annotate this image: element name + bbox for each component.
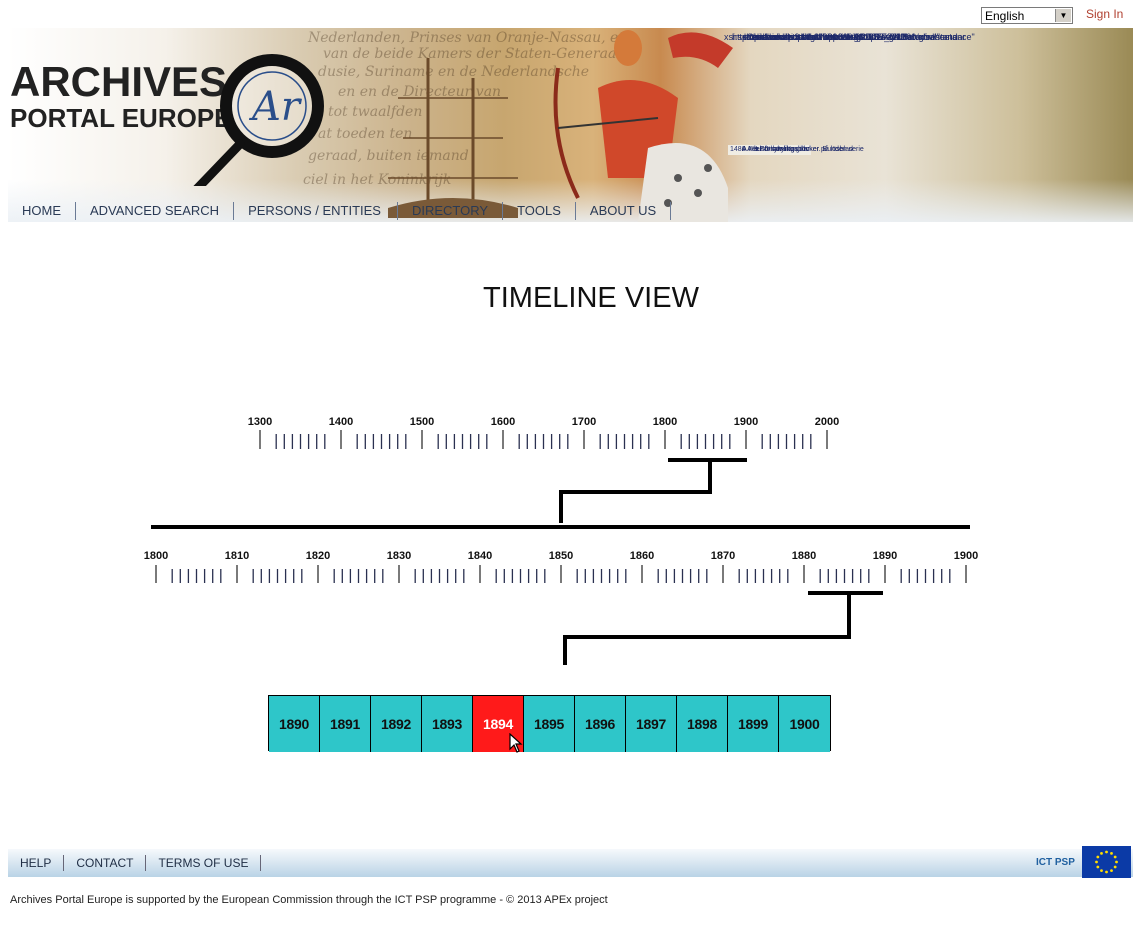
footer-terms-link[interactable]: TERMS OF USE	[146, 855, 262, 871]
page-title: TIMELINE VIEW	[483, 282, 699, 314]
eu-star	[1105, 850, 1108, 854]
eu-star	[1105, 870, 1108, 874]
decade-label[interactable]: 1810	[225, 550, 249, 562]
year-box[interactable]: 1897	[626, 696, 677, 752]
timeline-diagram: 1300 1400 1500 1600 1700 1800 1900 2000 1800 181…	[144, 416, 978, 665]
century-zoom-connector	[559, 460, 712, 523]
main-nav: HOME ADVANCED SEARCH PERSONS / ENTITIES …	[8, 200, 1133, 222]
year-box[interactable]: 1892	[371, 696, 422, 752]
mouse-pointer-icon	[509, 733, 523, 753]
year-box[interactable]: 1891	[320, 696, 371, 752]
year-box[interactable]: 1895	[524, 696, 575, 752]
footer-contact-link[interactable]: CONTACT	[64, 855, 147, 871]
nav-tools[interactable]: TOOLS	[503, 202, 576, 220]
century-scale: 1300 1400 1500 1600 1700 1800 1900 2000	[248, 416, 839, 449]
eu-star	[1096, 855, 1100, 859]
century-label[interactable]: 1500	[410, 416, 434, 428]
nav-advanced-search[interactable]: ADVANCED SEARCH	[76, 202, 235, 220]
decade-label[interactable]: 1870	[711, 550, 735, 562]
year-strip: 1890 1891 1892 1893 1894 1895 1896 1897 1898 1899…	[268, 695, 831, 752]
footer-help-link[interactable]: HELP	[8, 855, 65, 871]
century-label[interactable]: 1700	[572, 416, 596, 428]
decade-zoom-connector	[563, 593, 851, 665]
language-select[interactable]: English ▼	[981, 7, 1073, 24]
eu-star	[1115, 860, 1118, 864]
decade-label[interactable]: 1900	[954, 550, 978, 562]
century-label[interactable]: 1300	[248, 416, 272, 428]
language-select-value: English	[985, 9, 1025, 23]
decade-label[interactable]: 1860	[630, 550, 654, 562]
year-box[interactable]: 1899	[728, 696, 779, 752]
decade-label[interactable]: 1840	[468, 550, 492, 562]
eu-star	[1113, 855, 1117, 859]
eu-star	[1110, 851, 1113, 855]
header-banner: Nederlanden, Prinses van Oranje-Nassau, …	[8, 28, 1133, 222]
banner-xml-line: audience="external">	[744, 32, 830, 42]
nav-about-us[interactable]: ABOUT US	[576, 202, 672, 220]
eu-star	[1100, 851, 1103, 855]
sign-in-link[interactable]: Sign In	[1086, 7, 1123, 21]
nav-home[interactable]: HOME	[8, 202, 76, 220]
century-label[interactable]: 1800	[653, 416, 677, 428]
eu-star	[1110, 869, 1113, 873]
footer-note: Archives Portal Europe is supported by t…	[10, 894, 608, 906]
decade-label[interactable]: 1800	[144, 550, 168, 562]
year-box[interactable]: 1896	[575, 696, 626, 752]
archer-illustration	[553, 30, 733, 222]
decade-label[interactable]: 1880	[792, 550, 816, 562]
banner-tree-line: A II b Församlingsböcker på lösblad	[742, 146, 853, 153]
eu-star	[1113, 865, 1117, 869]
logo-monogram: Ar	[248, 84, 303, 130]
eu-star	[1095, 860, 1098, 864]
year-box[interactable]: 1890	[269, 696, 320, 752]
nav-directory[interactable]: DIRECTORY	[398, 202, 504, 220]
century-label[interactable]: 2000	[815, 416, 839, 428]
ship-illustration	[388, 58, 518, 218]
year-box[interactable]: 1898	[677, 696, 728, 752]
chevron-down-icon[interactable]: ▼	[1055, 9, 1071, 22]
century-label[interactable]: 1600	[491, 416, 515, 428]
year-box[interactable]: 1900	[779, 696, 830, 752]
eu-flag-icon[interactable]	[1082, 846, 1131, 878]
decade-scale: 1800 1810 1820 1830 1840 1850 1860 1870 1880 1890…	[144, 550, 978, 583]
decade-label[interactable]: 1820	[306, 550, 330, 562]
footer-bar: HELP CONTACT TERMS OF USE	[8, 849, 1133, 877]
ict-psp-logo[interactable]: ICT PSP	[1034, 849, 1078, 877]
decade-label[interactable]: 1850	[549, 550, 573, 562]
century-label[interactable]: 1900	[734, 416, 758, 428]
magnifier-logo-icon: Ar	[193, 54, 324, 186]
century-label[interactable]: 1400	[329, 416, 353, 428]
eu-star	[1100, 869, 1103, 873]
decade-label[interactable]: 1890	[873, 550, 897, 562]
year-box[interactable]: 1893	[422, 696, 473, 752]
decade-label[interactable]: 1830	[387, 550, 411, 562]
nav-persons-entities[interactable]: PERSONS / ENTITIES	[234, 202, 398, 220]
eu-star	[1096, 865, 1100, 869]
ict-psp-label: ICT PSP	[1036, 857, 1075, 868]
